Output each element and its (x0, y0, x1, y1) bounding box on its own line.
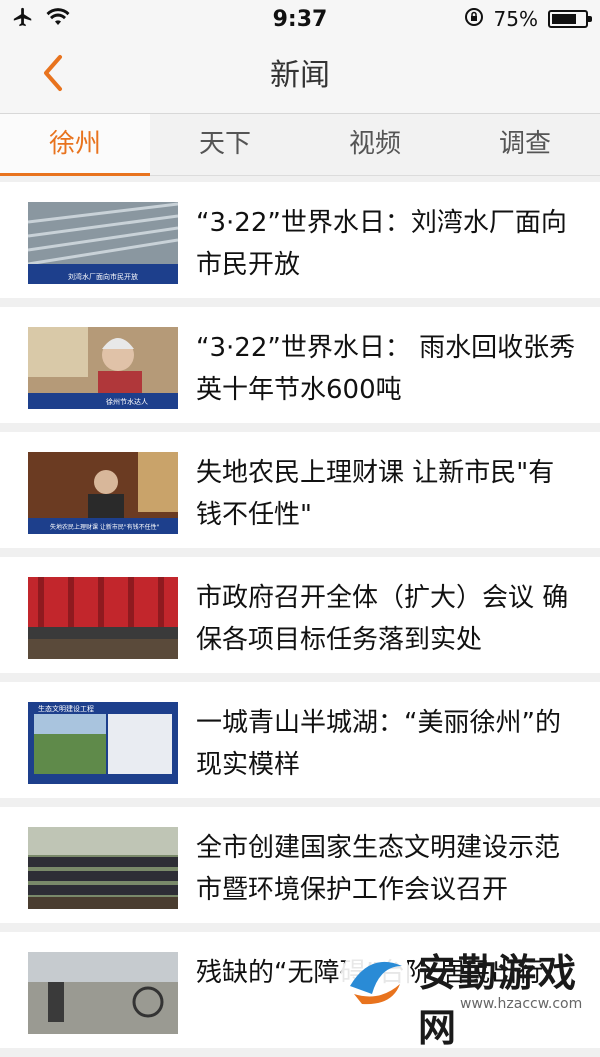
news-item[interactable]: 徐州节水达人 “3·22”世界水日： 雨水回收张秀英十年节水600吨 (0, 307, 600, 423)
news-title: 全市创建国家生态文明建设示范市暨环境保护工作会议召开 (196, 833, 561, 905)
category-tabs: 徐州 天下 视频 调查 (0, 114, 600, 176)
battery-fill (552, 14, 576, 24)
news-item[interactable]: 生态文明建设工程 一城青山半城湖：“美丽徐州”的现实模样 (0, 682, 600, 798)
thumb-caption: 失地农民上理财课 让新市民"有钱不任性" (50, 523, 160, 531)
thumb-caption: 生态文明建设工程 (38, 704, 94, 713)
news-item[interactable]: 全市创建国家生态文明建设示范市暨环境保护工作会议召开 (0, 807, 600, 923)
tab-xuzhou[interactable]: 徐州 (0, 114, 150, 176)
news-item[interactable]: 失地农民上理财课 让新市民"有钱不任性" 失地农民上理财课 让新市民"有钱不任性… (0, 432, 600, 548)
status-bar: 9:37 75% (0, 0, 600, 38)
watermark-logo-icon (340, 944, 412, 1016)
tab-tianxia[interactable]: 天下 (150, 114, 300, 175)
news-thumbnail (28, 952, 178, 1034)
thumb-caption: 刘湾水厂面向市民开放 (68, 272, 138, 281)
nav-bar: 新闻 (0, 38, 600, 114)
news-thumbnail: 失地农民上理财课 让新市民"有钱不任性" (28, 452, 178, 534)
news-list: 刘湾水厂面向市民开放 “3·22”世界水日：刘湾水厂面向市民开放 徐州节水达人 … (0, 182, 600, 1057)
tab-survey[interactable]: 调查 (450, 114, 600, 175)
status-time: 9:37 (272, 6, 328, 32)
news-title: “3·22”世界水日：刘湾水厂面向市民开放 (196, 208, 567, 280)
news-thumbnail (28, 827, 178, 909)
news-item[interactable]: 市政府召开全体（扩大）会议 确保各项目标任务落到实处 (0, 557, 600, 673)
news-thumbnail: 徐州节水达人 (28, 327, 178, 409)
battery-icon (548, 10, 592, 28)
thumb-caption: 徐州节水达人 (106, 397, 148, 406)
news-title: “3·22”世界水日： 雨水回收张秀英十年节水600吨 (196, 333, 576, 405)
battery-nub (588, 16, 592, 22)
tab-video[interactable]: 视频 (300, 114, 450, 175)
news-title: 失地农民上理财课 让新市民"有钱不任性" (196, 458, 555, 530)
news-thumbnail: 刘湾水厂面向市民开放 (28, 202, 178, 284)
watermark-url: www.hzaccw.com (460, 996, 583, 1012)
page-title: 新闻 (270, 58, 330, 93)
news-item[interactable]: 刘湾水厂面向市民开放 “3·22”世界水日：刘湾水厂面向市民开放 (0, 182, 600, 298)
news-thumbnail (28, 577, 178, 659)
news-title: 市政府召开全体（扩大）会议 确保各项目标任务落到实处 (196, 583, 569, 655)
news-title: 一城青山半城湖：“美丽徐州”的现实模样 (196, 708, 561, 780)
site-watermark: 安勤游戏网 www.hzaccw.com (330, 934, 600, 1050)
news-thumbnail: 生态文明建设工程 (28, 702, 178, 784)
